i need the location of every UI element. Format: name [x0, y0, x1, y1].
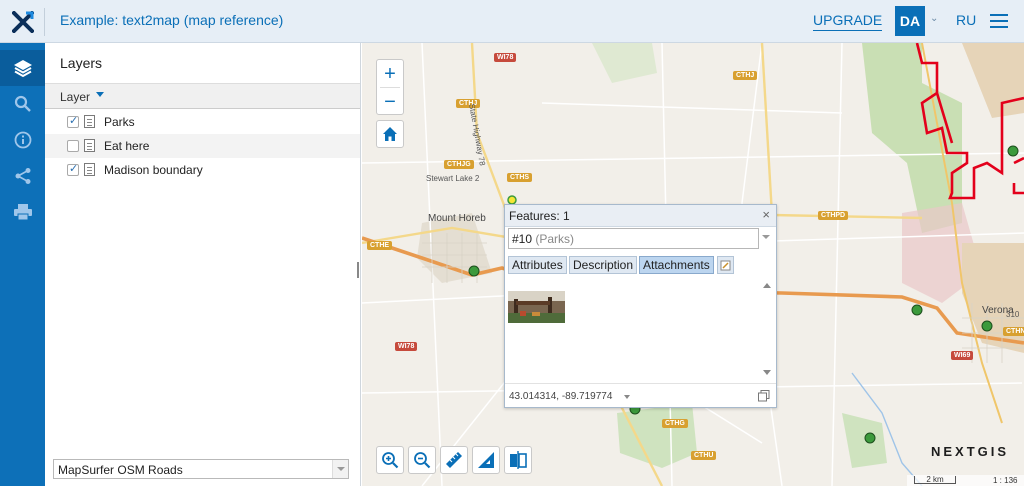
- attachment-edit-icon: [720, 260, 731, 270]
- info-tool-button[interactable]: [0, 122, 45, 158]
- layer-checkbox-parks[interactable]: [67, 114, 79, 128]
- zoom-in-button[interactable]: +: [377, 60, 403, 87]
- road-label: WI69: [951, 351, 974, 360]
- layers-icon: [13, 60, 32, 78]
- layer-document-icon: [84, 139, 95, 152]
- chevron-down-icon[interactable]: [624, 395, 630, 399]
- home-icon: [383, 127, 397, 141]
- upgrade-link[interactable]: UPGRADE: [813, 12, 883, 31]
- attachment-thumbnail[interactable]: [508, 291, 565, 323]
- home-extent-button[interactable]: [376, 120, 404, 148]
- map-town-label: Mount Horeb: [428, 213, 486, 224]
- share-tool-button[interactable]: [0, 158, 45, 194]
- road-label: CTHN: [1003, 327, 1024, 336]
- layer-column-label: Layer: [60, 90, 91, 104]
- language-ru-button[interactable]: RU: [956, 12, 976, 28]
- layers-tool-button[interactable]: [0, 50, 45, 86]
- zoom-in-icon: [382, 452, 399, 469]
- close-icon[interactable]: ×: [762, 207, 770, 222]
- tab-attributes[interactable]: Attributes: [508, 256, 567, 274]
- layers-panel-title: Layers: [60, 55, 103, 71]
- feature-id: #10: [512, 232, 533, 246]
- popup-header: Features: 1 ×: [505, 205, 776, 227]
- copy-icon[interactable]: [758, 390, 770, 402]
- search-tool-button[interactable]: [0, 86, 45, 122]
- road-label: CTHS: [507, 173, 533, 182]
- measure-distance-button[interactable]: [440, 446, 468, 474]
- basemap-dropdown-button[interactable]: [332, 460, 348, 478]
- layer-checkbox-madison-boundary[interactable]: [67, 162, 79, 176]
- zoom-in-box-button[interactable]: [376, 446, 404, 474]
- nextgis-logo-icon[interactable]: [0, 0, 45, 43]
- share-icon: [15, 168, 30, 184]
- app-header: Example: text2map (map reference) UPGRAD…: [0, 0, 1024, 43]
- area-ruler-icon: [478, 452, 494, 468]
- layer-label: Madison boundary: [104, 163, 203, 177]
- sort-caret-icon[interactable]: [96, 92, 104, 97]
- road-label: CTHJG: [444, 160, 474, 169]
- hamburger-menu-icon[interactable]: [990, 14, 1008, 28]
- app-title: Example: text2map (map reference): [60, 12, 284, 28]
- feature-coordinates: 43.014314, -89.719774: [509, 391, 613, 402]
- road-label: WI78: [395, 342, 418, 351]
- road-label: WI78: [494, 53, 517, 62]
- swipe-icon: [510, 451, 527, 469]
- road-label: CTHJ: [733, 71, 758, 80]
- tab-extra-button[interactable]: [717, 256, 734, 274]
- popup-scrollbar[interactable]: [761, 281, 773, 377]
- basemap-value: MapSurfer OSM Roads: [58, 463, 183, 477]
- layer-row-madison-boundary[interactable]: Madison boundary: [45, 158, 360, 182]
- ruler-icon: [446, 452, 462, 468]
- road-label: CTHE: [367, 241, 393, 250]
- search-icon: [14, 95, 31, 112]
- swipe-compare-button[interactable]: [504, 446, 532, 474]
- map-town-label: Stewart Lake 2: [426, 174, 480, 183]
- layer-document-icon: [84, 163, 95, 176]
- attachments-panel: [506, 277, 775, 381]
- road-label: CTHG: [662, 419, 688, 428]
- info-icon: [14, 131, 31, 149]
- measure-area-button[interactable]: [472, 446, 500, 474]
- road-label: CTHPD: [818, 211, 849, 220]
- feature-layer-name: (Parks): [535, 232, 575, 246]
- feature-select[interactable]: #10 (Parks): [508, 228, 759, 249]
- map-view[interactable]: WI78 CTHJ CTHJ CTHS CTHJG CTHE CTHPD WI7…: [362, 43, 1024, 486]
- scale-ratio: 1 : 136 495: [993, 476, 1018, 486]
- popup-title: Features: 1: [509, 209, 570, 223]
- panel-resize-handle[interactable]: [357, 262, 359, 278]
- chevron-down-icon[interactable]: [762, 235, 770, 239]
- layer-label: Eat here: [104, 139, 150, 153]
- zoom-control: + −: [376, 59, 404, 115]
- print-tool-button[interactable]: [0, 194, 45, 230]
- zoom-out-icon: [414, 452, 431, 469]
- layer-checkbox-eat-here[interactable]: [67, 140, 79, 152]
- basemap-select[interactable]: MapSurfer OSM Roads: [53, 459, 349, 479]
- zoom-out-button[interactable]: −: [377, 88, 403, 115]
- feature-selected-value: #10 (Parks): [512, 232, 574, 246]
- language-da-button[interactable]: DA: [895, 6, 925, 36]
- scale-bar-length: 2 km: [914, 476, 956, 484]
- layer-row-eat-here[interactable]: Eat here: [45, 134, 360, 158]
- feature-identify-popup[interactable]: Features: 1 × #10 (Parks) Attributes Des…: [504, 204, 777, 408]
- scale-bar: 2 km 1 : 136 495: [907, 475, 1024, 486]
- header-divider: [44, 8, 45, 36]
- tab-description[interactable]: Description: [569, 256, 638, 274]
- road-label: CTHU: [691, 451, 717, 460]
- print-icon: [13, 204, 32, 221]
- layer-column-header[interactable]: Layer: [45, 83, 360, 109]
- layers-panel: Layers Layer Parks Eat here Madison boun…: [45, 43, 361, 486]
- layer-document-icon: [84, 115, 95, 128]
- map-town-label: Verona: [982, 305, 1014, 316]
- tab-attachments[interactable]: Attachments: [639, 256, 714, 274]
- popup-footer: 43.014314, -89.719774: [505, 383, 776, 407]
- layer-label: Parks: [104, 115, 135, 129]
- left-toolbar: [0, 43, 45, 486]
- nextgis-brand-logo: NEXTGIS: [931, 444, 1010, 459]
- layer-row-parks[interactable]: Parks: [45, 110, 360, 134]
- chevron-down-icon[interactable]: ⌄: [930, 13, 938, 24]
- zoom-out-box-button[interactable]: [408, 446, 436, 474]
